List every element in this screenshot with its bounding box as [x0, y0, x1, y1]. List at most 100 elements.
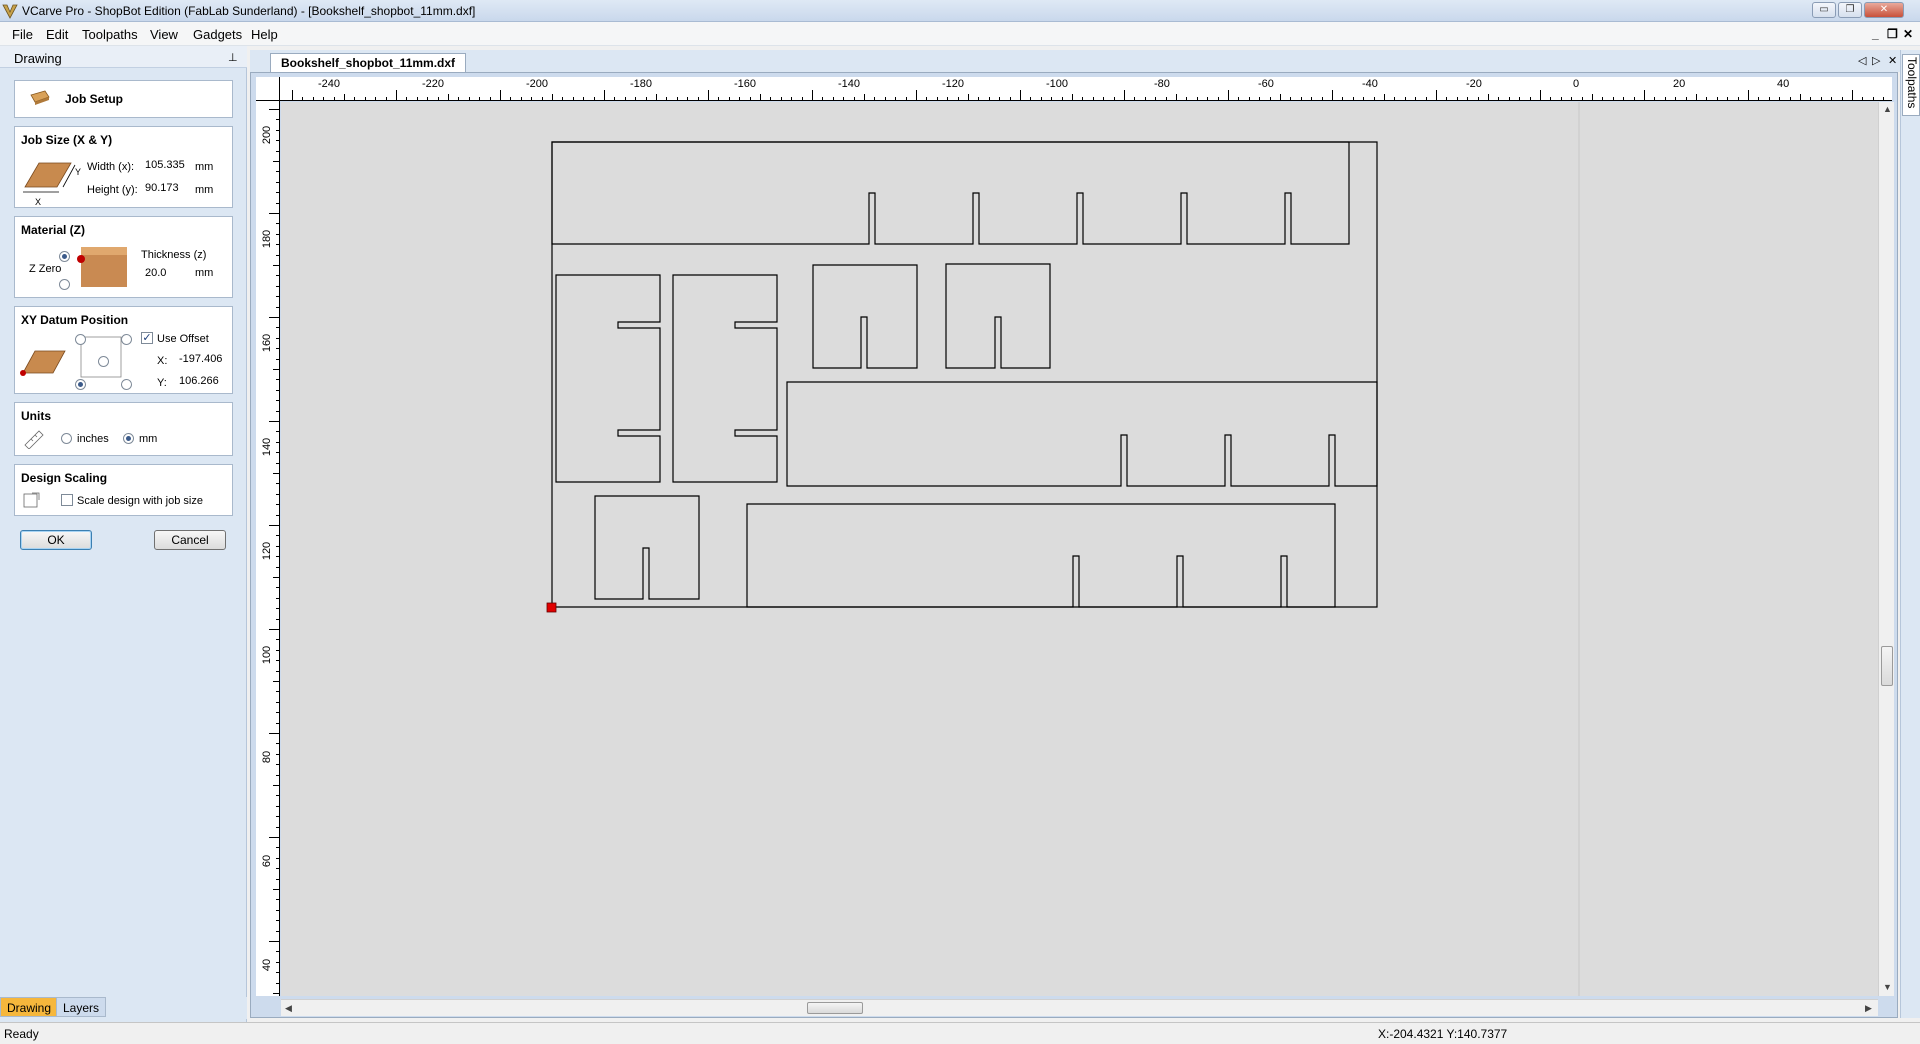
ruler-tick [276, 618, 279, 620]
ruler-tick [728, 97, 730, 100]
tab-prev-icon[interactable]: ◁ [1858, 54, 1866, 67]
mdi-minimize-button[interactable]: _ [1872, 27, 1879, 41]
datum-top-right-radio[interactable] [121, 334, 132, 345]
job-size-heading: Job Size (X & Y) [21, 133, 113, 147]
vertical-ruler: 200 180 160 140 120 100 80 60 40 [256, 101, 280, 996]
ruler-tick [276, 972, 279, 974]
ruler-tick [1124, 90, 1125, 100]
ruler-x-label: -220 [422, 78, 445, 90]
ruler-tick [276, 847, 279, 849]
datum-bottom-left-radio[interactable] [75, 379, 86, 390]
offset-x-field[interactable]: -197.406 [179, 353, 229, 365]
menu-gadgets[interactable]: Gadgets [193, 27, 242, 42]
ruler-tick [1456, 97, 1458, 100]
datum-top-left-radio[interactable] [75, 334, 86, 345]
width-field[interactable]: 105.335 [145, 159, 185, 171]
tab-drawing[interactable]: Drawing [0, 997, 59, 1017]
panel-header: Drawing ⊥ [0, 46, 247, 68]
ruler-tick [276, 483, 279, 485]
status-bar: Ready X:-204.4321 Y:140.7377 [0, 1022, 1920, 1044]
ruler-tick [276, 587, 279, 589]
drawing-canvas[interactable] [281, 102, 1878, 996]
ruler-tick [1020, 90, 1021, 100]
document-tab[interactable]: Bookshelf_shopbot_11mm.dxf [270, 53, 467, 72]
use-offset-checkbox[interactable]: ✓ [141, 332, 153, 344]
ruler-x-label: -240 [318, 78, 341, 90]
ruler-tick [269, 109, 279, 110]
ruler-tick [1269, 97, 1271, 100]
offset-y-field[interactable]: 106.266 [179, 375, 219, 387]
inches-radio[interactable] [61, 433, 72, 444]
restore-button[interactable]: ❐ [1838, 2, 1862, 18]
tab-close-icon[interactable]: ✕ [1888, 54, 1897, 67]
mdi-close-button[interactable]: ✕ [1903, 27, 1913, 41]
scale-design-label: Scale design with job size [77, 495, 203, 507]
ruler-tick [276, 868, 279, 870]
panel-title: Drawing [14, 51, 62, 66]
ruler-tick [269, 837, 279, 838]
ruler-tick [276, 358, 279, 360]
design-scaling-section: Design Scaling Scale design with job siz… [14, 464, 233, 516]
ruler-tick [276, 764, 279, 766]
datum-bottom-right-radio[interactable] [121, 379, 132, 390]
height-label: Height (y): [87, 184, 138, 196]
menu-file[interactable]: File [12, 27, 33, 42]
ruler-tick [269, 317, 279, 318]
menu-edit[interactable]: Edit [46, 27, 68, 42]
ruler-tick [276, 753, 279, 755]
window-title: VCarve Pro - ShopBot Edition (FabLab Sun… [22, 4, 476, 18]
horizontal-scroll-thumb[interactable] [807, 1002, 863, 1014]
width-label: Width (x): [87, 161, 135, 173]
menu-toolpaths[interactable]: Toolpaths [82, 27, 138, 42]
z-zero-top-radio[interactable] [59, 251, 70, 262]
ruler-tick [276, 275, 279, 277]
mdi-restore-button[interactable]: ❐ [1887, 27, 1898, 41]
height-field[interactable]: 90.173 [145, 182, 179, 194]
axis-y-label: Y [75, 167, 82, 177]
menu-help[interactable]: Help [251, 27, 278, 42]
vertical-scroll-thumb[interactable] [1881, 646, 1893, 686]
ruler-tick [1716, 97, 1718, 100]
material-heading: Material (Z) [21, 223, 86, 237]
vertical-scrollbar[interactable]: ▲ ▼ [1878, 102, 1894, 996]
cancel-button[interactable]: Cancel [154, 530, 226, 550]
vector-small-part-2 [945, 263, 1051, 369]
scroll-right-icon[interactable]: ▶ [1865, 1003, 1872, 1014]
menu-view[interactable]: View [150, 27, 178, 42]
tab-toolpaths[interactable]: Toolpaths [1902, 54, 1920, 116]
z-zero-bottom-radio[interactable] [59, 279, 70, 290]
minimize-button[interactable]: ▭ [1812, 2, 1836, 18]
ruler-tick [1550, 97, 1552, 100]
ruler-tick [276, 181, 279, 183]
pin-icon[interactable]: ⊥ [228, 51, 238, 64]
ok-button[interactable]: OK [20, 530, 92, 550]
thickness-field[interactable]: 20.0 [145, 267, 166, 279]
horizontal-scrollbar[interactable]: ◀ ▶ [281, 999, 1878, 1016]
scroll-up-icon[interactable]: ▲ [1883, 104, 1892, 114]
ruler-tick [832, 97, 834, 100]
ruler-tick [1217, 97, 1219, 100]
scroll-down-icon[interactable]: ▼ [1883, 982, 1892, 992]
scroll-left-icon[interactable]: ◀ [285, 1003, 292, 1014]
ruler-tick [276, 462, 279, 464]
ruler-tick [269, 525, 279, 526]
close-button[interactable]: ✕ [1864, 2, 1904, 18]
datum-center-radio[interactable] [98, 356, 109, 367]
cursor-coordinates: X:-204.4321 Y:140.7377 [1378, 1027, 1508, 1041]
ruler-tick [276, 899, 279, 901]
ruler-tick [276, 639, 279, 641]
ruler-tick [276, 670, 279, 672]
ruler-tick [926, 97, 928, 100]
ruler-tick [276, 223, 279, 225]
tab-next-icon[interactable]: ▷ [1872, 54, 1880, 67]
ruler-tick [276, 233, 279, 235]
ruler-tick [385, 97, 387, 100]
tab-layers[interactable]: Layers [56, 997, 107, 1017]
scale-design-checkbox[interactable] [61, 494, 73, 506]
mm-radio[interactable] [123, 433, 134, 444]
ruler-tick [718, 97, 720, 100]
job-size-section: Job Size (X & Y) X Y Width (x): 105.335 … [14, 126, 233, 208]
ruler-tick [458, 97, 460, 100]
ruler-tick [276, 660, 279, 662]
ruler-tick [276, 909, 279, 911]
